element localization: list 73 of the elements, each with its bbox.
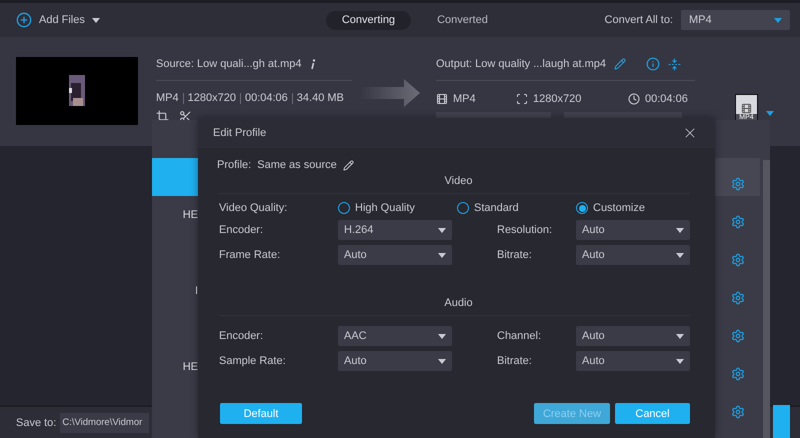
dropdown[interactable]: Auto — [576, 245, 690, 265]
field-label: Encoder: — [219, 224, 264, 236]
dropdown[interactable]: AAC — [338, 326, 452, 346]
field-label: Video Quality: — [219, 202, 288, 214]
crop-icon[interactable] — [156, 110, 169, 123]
field-label: Resolution: — [497, 224, 554, 236]
dropdown[interactable]: Auto — [576, 220, 690, 240]
dialog-title: Edit Profile — [213, 127, 266, 139]
clock-icon — [628, 93, 640, 105]
profile-name: Same as source — [257, 159, 337, 171]
dropdown[interactable]: Auto — [576, 351, 690, 371]
caret-icon — [676, 252, 684, 258]
field-label: Encoder: — [219, 330, 264, 342]
field-label: Sample Rate: — [219, 355, 287, 367]
resize-icon — [516, 93, 528, 105]
save-to-label: Save to: — [16, 416, 56, 428]
source-filename: Source: Low quali...gh at.mp4 — [156, 58, 302, 70]
settings-icon[interactable] — [730, 367, 744, 381]
settings-icon[interactable] — [730, 291, 744, 305]
caret-icon — [676, 334, 684, 338]
caret-icon — [676, 228, 684, 232]
caret-icon — [438, 252, 446, 258]
dropdown[interactable]: Auto — [576, 326, 690, 346]
format-dropdown[interactable]: MP4 — [681, 10, 790, 30]
info-icon[interactable] — [310, 58, 316, 70]
dropdown[interactable]: Auto — [338, 245, 452, 265]
section-title: Video — [444, 175, 472, 187]
dropdown[interactable]: H.264 — [338, 220, 452, 240]
add-icon — [16, 12, 32, 28]
output-resolution: 1280x720 — [533, 93, 582, 105]
caret-icon — [774, 18, 782, 22]
settings-icon[interactable] — [730, 405, 744, 419]
output-duration: 00:04:06 — [645, 93, 688, 105]
info-icon[interactable] — [646, 57, 660, 71]
scrollbar[interactable] — [763, 160, 770, 438]
field-label: Frame Rate: — [219, 249, 282, 261]
profile-item[interactable]: HE — [152, 348, 198, 386]
convert-all-label: Convert All to: — [604, 14, 673, 26]
edit-icon[interactable] — [342, 160, 354, 170]
tab[interactable]: Converting — [326, 10, 412, 30]
scissors-icon[interactable] — [179, 110, 192, 123]
field-label: Channel: — [497, 330, 542, 342]
file-info: 1280x720 — [188, 92, 236, 104]
field-label: Bitrate: — [497, 249, 533, 261]
settings-icon[interactable] — [730, 329, 744, 343]
save-path-field[interactable]: C:\Vidmore\Vidmor — [60, 412, 150, 432]
caret-icon — [438, 228, 446, 232]
dropdown[interactable]: Auto — [338, 351, 452, 371]
settings-icon[interactable] — [730, 253, 744, 267]
add-files-button[interactable]: Add Files — [16, 12, 100, 28]
profile-item[interactable]: HE — [152, 196, 198, 234]
file-info: 00:04:06 — [244, 92, 288, 104]
tab[interactable]: Converted — [421, 10, 504, 30]
file-info: 34.40 MB — [296, 92, 344, 104]
radio-option[interactable]: Standard — [457, 202, 576, 214]
profile-item[interactable]: I — [152, 272, 198, 310]
output-filename: Output: Low quality ...laugh at.mp4 — [436, 58, 606, 70]
edit-icon[interactable] — [614, 58, 626, 70]
file-info: MP4 — [156, 92, 179, 104]
output-format: MP4 — [453, 93, 476, 105]
settings-icon[interactable] — [730, 215, 744, 229]
section-title: Audio — [444, 297, 473, 309]
compress-icon[interactable] — [668, 58, 681, 70]
radio-option[interactable]: High Quality — [338, 202, 457, 214]
profile-label: Profile: — [217, 159, 252, 171]
field-label: Bitrate: — [497, 355, 533, 367]
settings-icon[interactable] — [730, 177, 744, 191]
caret-icon — [92, 18, 100, 22]
caret-icon — [438, 334, 446, 338]
caret-icon — [676, 358, 684, 364]
film-icon — [436, 93, 448, 105]
caret-icon — [438, 358, 446, 364]
radio-option[interactable]: Customize — [576, 202, 690, 214]
